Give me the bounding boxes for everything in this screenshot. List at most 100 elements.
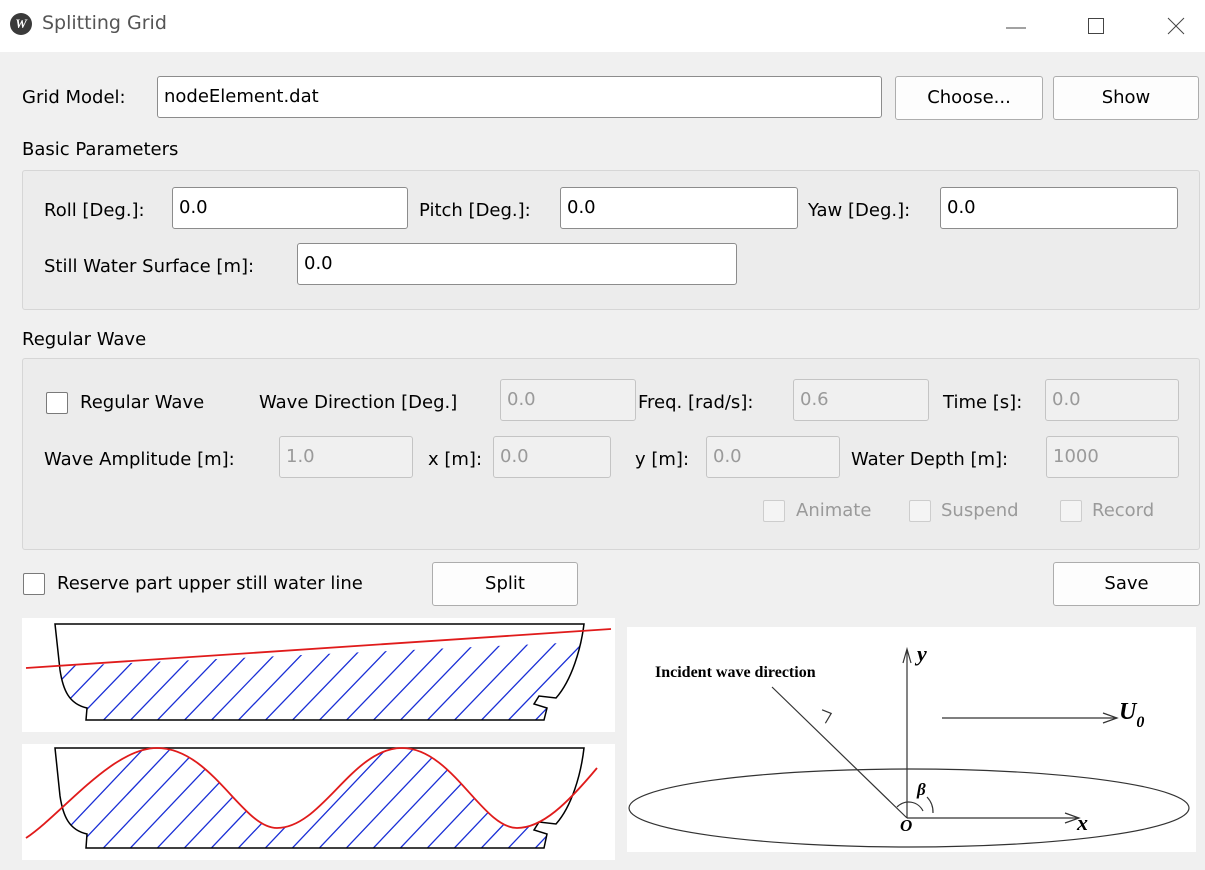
- hatch-line: [22, 744, 40, 860]
- velocity-label: U0: [1119, 699, 1144, 731]
- animate-label: Animate: [796, 500, 872, 521]
- hatch-line: [91, 642, 203, 720]
- hull-wave-figure: [22, 744, 615, 860]
- hatch-line: [415, 748, 527, 848]
- window-title: Splitting Grid: [42, 12, 167, 34]
- hatch-line: [55, 748, 95, 848]
- beta-angle-label: β: [916, 780, 926, 799]
- hatch-line: [361, 642, 473, 720]
- hatch-line: [307, 642, 419, 720]
- hatch-line: [388, 748, 500, 848]
- grid-model-input[interactable]: nodeElement.dat: [157, 76, 882, 118]
- hatch-line: [199, 748, 311, 848]
- water-depth-label: Water Depth [m]:: [851, 449, 1009, 470]
- hatch-line: [496, 748, 584, 848]
- x-position-input[interactable]: 0.0: [493, 436, 611, 478]
- wave-direction-label: Wave Direction [Deg.]: [259, 392, 458, 413]
- hatch-line: [577, 642, 582, 720]
- submerged-wave-hatching: [22, 744, 615, 860]
- wave-amplitude-input[interactable]: 1.0: [279, 436, 413, 478]
- y-position-label: y [m]:: [635, 449, 690, 470]
- x-position-label: x [m]:: [428, 449, 483, 470]
- close-button[interactable]: [1145, 0, 1205, 52]
- wave-amplitude-label: Wave Amplitude [m]:: [44, 449, 235, 470]
- hatch-line: [22, 618, 40, 732]
- record-label: Record: [1092, 500, 1155, 521]
- hatch-line: [334, 642, 446, 720]
- minimize-icon: [1006, 27, 1026, 29]
- hatch-line: [60, 642, 122, 720]
- hatch-line: [118, 748, 230, 848]
- hatch-line: [172, 642, 284, 720]
- maximize-icon: [1088, 18, 1104, 34]
- water-depth-input[interactable]: 1000: [1046, 436, 1179, 478]
- hull-still-water-figure: [22, 618, 615, 732]
- reserve-upper-part-label: Reserve part upper still water line: [57, 573, 363, 594]
- basic-parameters-title: Basic Parameters: [22, 139, 179, 160]
- frequency-label: Freq. [rad/s]:: [638, 392, 754, 413]
- hatch-line: [55, 748, 149, 848]
- maximize-button[interactable]: [1065, 0, 1127, 52]
- wave-direction-input[interactable]: 0.0: [500, 379, 636, 421]
- hatch-line: [334, 748, 446, 848]
- hatch-line: [145, 642, 257, 720]
- save-button[interactable]: Save: [1053, 562, 1200, 606]
- beta-arc-arrow: [926, 796, 934, 814]
- time-label: Time [s]:: [943, 392, 1023, 413]
- time-input[interactable]: 0.0: [1045, 379, 1179, 421]
- hatch-line: [145, 748, 257, 848]
- hatch-line: [64, 748, 176, 848]
- show-button[interactable]: Show: [1053, 76, 1199, 120]
- hatch-line: [60, 642, 95, 720]
- hatch-line: [226, 642, 338, 720]
- wave-direction-diagram: Incident wave direction y x U0 β O: [627, 627, 1196, 852]
- split-button[interactable]: Split: [432, 562, 578, 606]
- suspend-label: Suspend: [941, 500, 1019, 521]
- frequency-input[interactable]: 0.6: [793, 379, 929, 421]
- title-bar: W Splitting Grid: [0, 0, 1205, 52]
- hatch-line: [172, 748, 284, 848]
- reserve-upper-part-checkbox[interactable]: [23, 573, 45, 595]
- hatch-line: [388, 642, 500, 720]
- incident-direction-line: [771, 686, 908, 819]
- grid-model-label: Grid Model:: [22, 87, 126, 108]
- incident-direction-text: Incident wave direction: [655, 664, 816, 681]
- record-checkbox[interactable]: [1060, 500, 1082, 522]
- beta-arc: [896, 801, 924, 812]
- hatch-line: [226, 748, 338, 848]
- hatch-line: [64, 642, 176, 720]
- animate-checkbox[interactable]: [763, 500, 785, 522]
- hatch-line: [361, 748, 473, 848]
- regular-wave-checkbox[interactable]: [46, 392, 68, 414]
- wave-surface-line: [25, 747, 598, 839]
- hull-outline: [54, 623, 585, 721]
- hatch-line: [118, 642, 230, 720]
- y-position-input[interactable]: 0.0: [706, 436, 840, 478]
- suspend-checkbox[interactable]: [909, 500, 931, 522]
- still-water-surface-input[interactable]: 0.0: [297, 243, 737, 285]
- regular-wave-title: Regular Wave: [22, 329, 147, 350]
- choose-button[interactable]: Choose...: [895, 76, 1043, 120]
- yaw-input[interactable]: 0.0: [940, 187, 1178, 229]
- hatch-line: [550, 748, 584, 848]
- y-axis-label: y: [914, 641, 927, 666]
- dialog-body: Grid Model: nodeElement.dat Choose... Sh…: [0, 52, 1205, 870]
- x-axis-label: x: [1076, 810, 1088, 835]
- hatch-line: [605, 744, 615, 860]
- hatch-line: [55, 748, 68, 848]
- free-surface-ellipse: [628, 768, 1190, 848]
- hatch-line: [199, 642, 311, 720]
- hatch-line: [469, 748, 581, 848]
- hatch-line: [605, 618, 615, 732]
- hatch-line: [577, 748, 584, 848]
- incident-arrow-icon: [821, 709, 833, 724]
- hatch-line: [60, 642, 149, 720]
- minimize-button[interactable]: [985, 0, 1047, 52]
- roll-input[interactable]: 0.0: [172, 187, 408, 229]
- close-icon: [1167, 17, 1185, 35]
- hull-outline: [54, 747, 585, 849]
- pitch-input[interactable]: 0.0: [560, 187, 798, 229]
- hatch-line: [253, 642, 365, 720]
- yaw-label: Yaw [Deg.]:: [808, 200, 911, 221]
- hatch-line: [55, 748, 122, 848]
